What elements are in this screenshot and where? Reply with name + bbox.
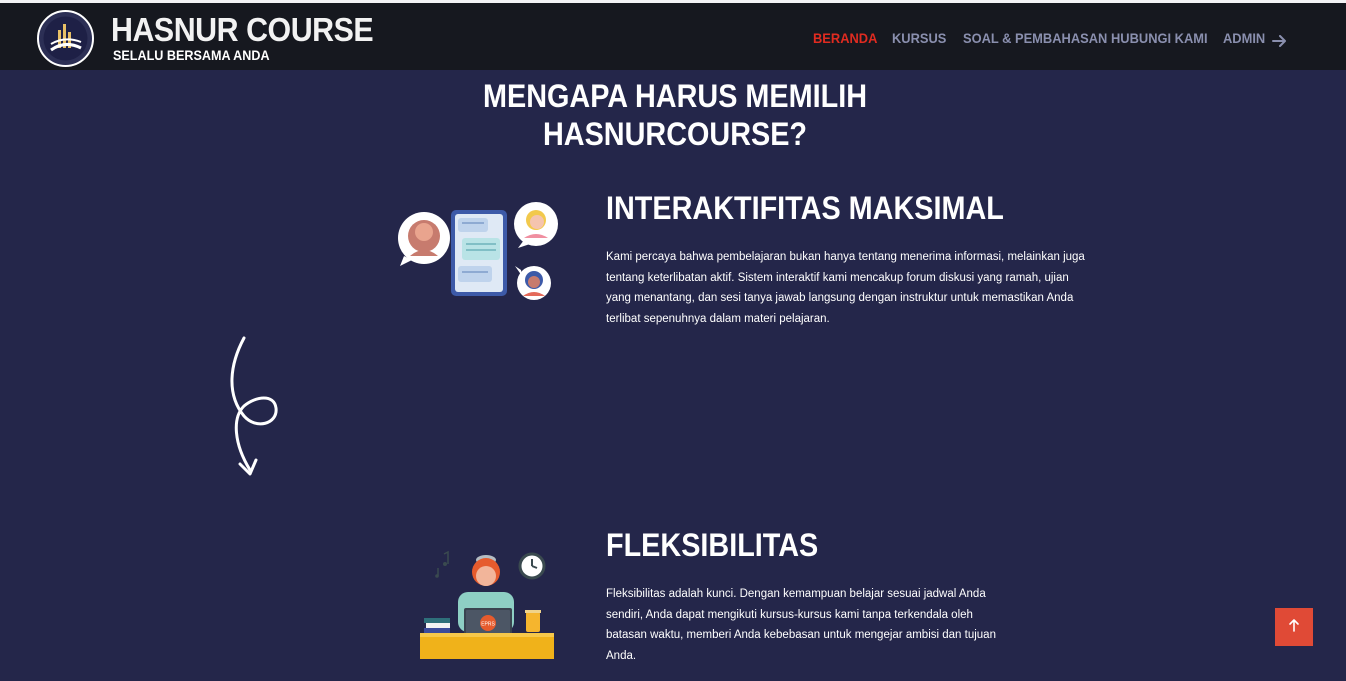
laptop-label: EPRS — [481, 622, 495, 628]
feature-title-interaktifitas: INTERAKTIFITAS MAKSIMAL — [606, 190, 1004, 226]
section-title: MENGAPA HARUS MEMILIH HASNURCOURSE? — [450, 77, 900, 153]
brand-title[interactable]: HASNUR COURSE — [111, 11, 374, 49]
brand-subtitle: SELALU BERSAMA ANDA — [113, 47, 270, 63]
chat-people-illustration — [396, 200, 561, 302]
nav-item-admin[interactable]: ADMIN — [1223, 30, 1265, 46]
nav-item-soal-pembahasan[interactable]: SOAL & PEMBAHASAN — [963, 30, 1107, 46]
feature-text-interaktifitas: Kami percaya bahwa pembelajaran bukan ha… — [606, 251, 1085, 325]
section-title-line1: MENGAPA HARUS MEMILIH — [483, 78, 867, 114]
navbar: HASNUR COURSE SELALU BERSAMA ANDA BERAND… — [0, 3, 1346, 70]
section-title-line2: HASNURCOURSE? — [542, 116, 808, 152]
scroll-to-top-button[interactable] — [1275, 608, 1313, 646]
nav-item-hubungi-kami[interactable]: HUBUNGI KAMI — [1111, 30, 1208, 46]
hasnur-logo-icon[interactable] — [37, 10, 94, 67]
arrow-right-icon[interactable] — [1272, 34, 1287, 47]
arrow-up-icon — [1288, 618, 1300, 637]
nav-item-beranda[interactable]: BERANDA — [813, 30, 877, 46]
feature-title-fleksibilitas: FLEKSIBILITAS — [606, 527, 819, 563]
student-laptop-illustration: EPRS — [418, 548, 556, 660]
feature-text-fleksibilitas: Fleksibilitas adalah kunci. Dengan kemam… — [606, 588, 996, 662]
nav-item-kursus[interactable]: KURSUS — [892, 30, 946, 46]
curly-arrow-icon — [222, 334, 286, 482]
